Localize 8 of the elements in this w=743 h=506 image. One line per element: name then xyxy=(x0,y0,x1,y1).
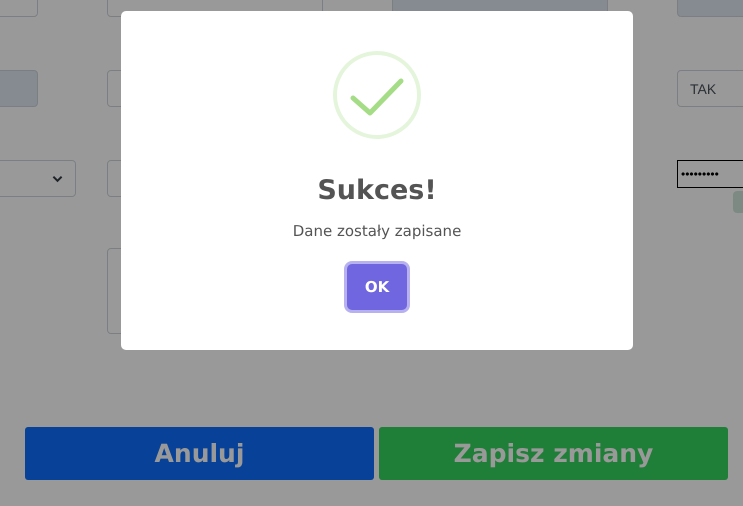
dialog-message: Dane zostały zapisane xyxy=(292,222,462,240)
input-field[interactable]: TAK xyxy=(677,70,743,107)
cancel-button[interactable]: Anuluj xyxy=(25,427,374,480)
chevron-down-icon xyxy=(52,174,63,182)
checkmark-icon xyxy=(333,51,421,139)
password-field[interactable]: ••••••••• xyxy=(677,160,743,188)
ok-button[interactable]: OK xyxy=(347,264,407,310)
dialog-title: Sukces! xyxy=(317,175,437,206)
